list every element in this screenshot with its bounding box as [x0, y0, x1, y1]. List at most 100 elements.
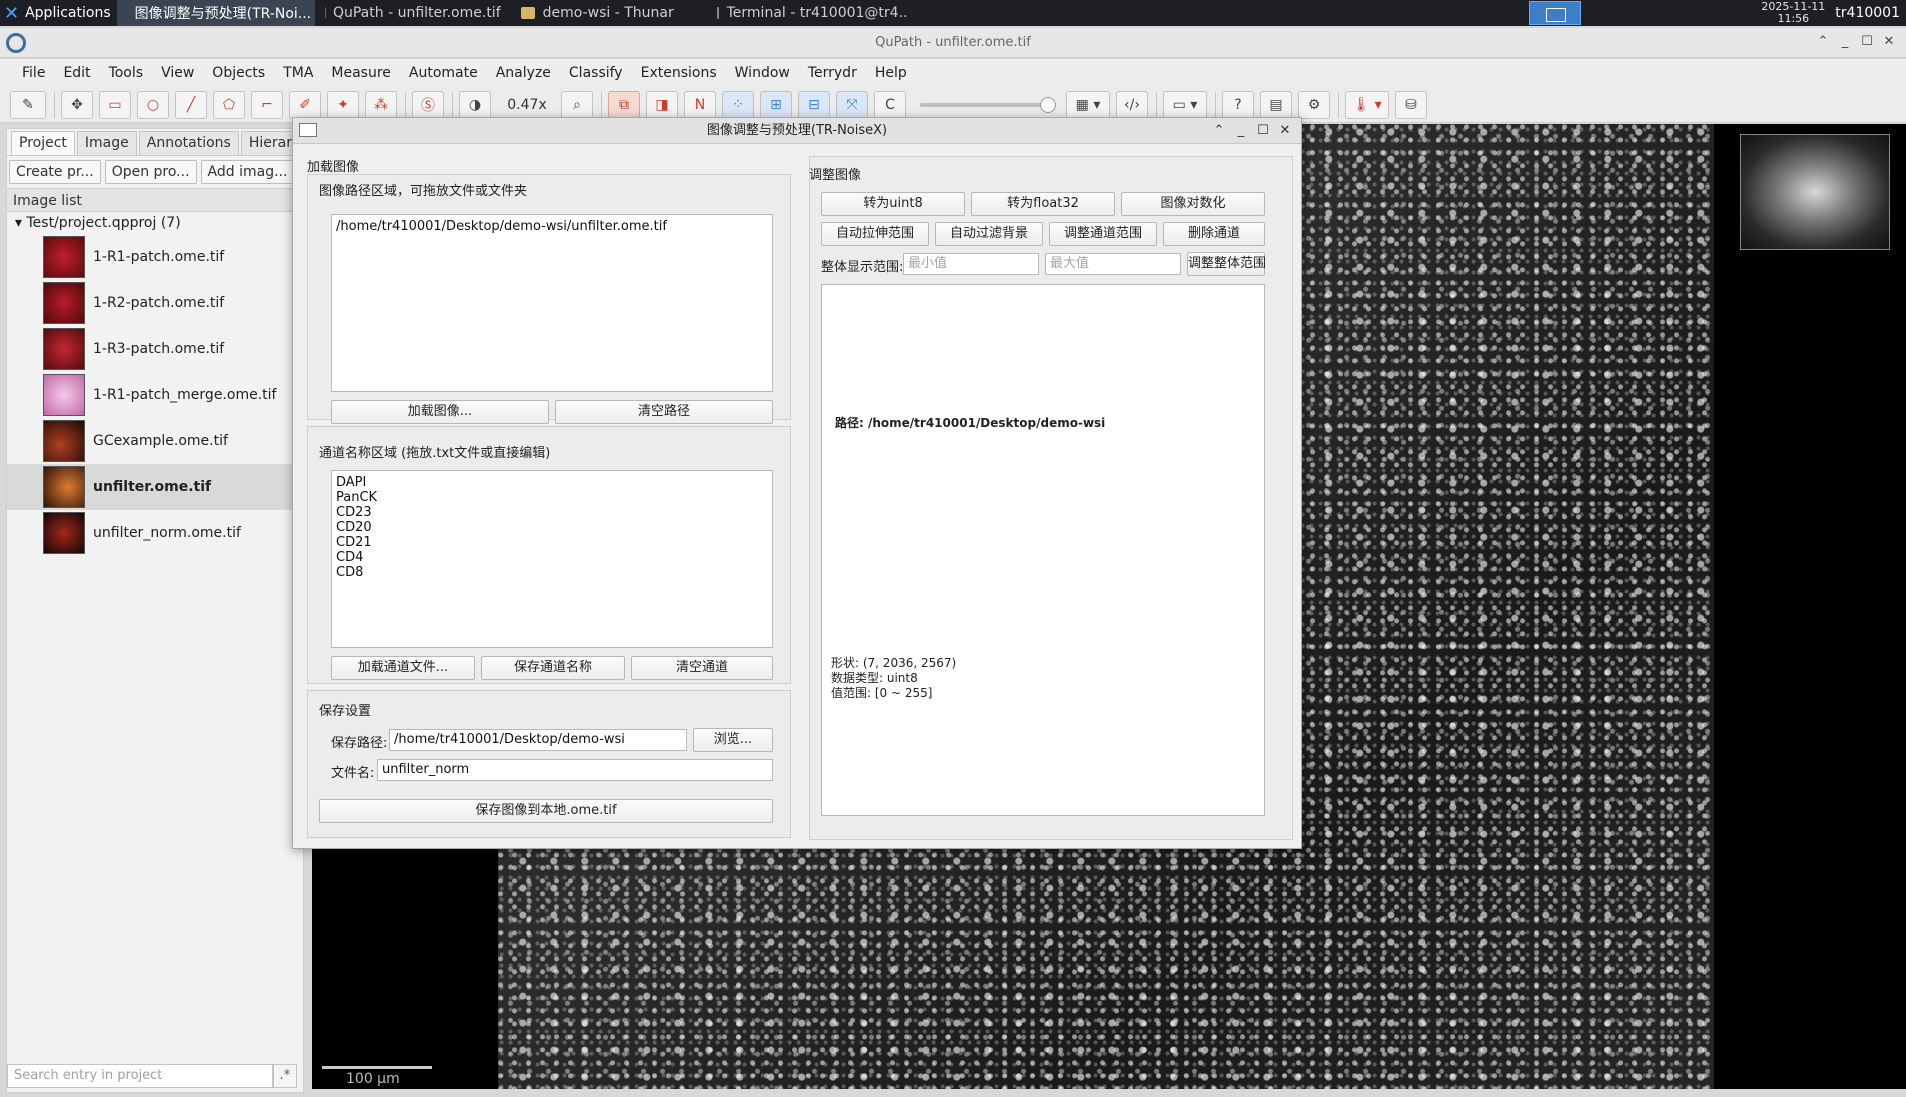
move-tool-icon[interactable]: ✥ [61, 90, 93, 119]
create-project-button[interactable]: Create pr... [9, 160, 101, 184]
show-tma-grid-icon[interactable]: ⁘ [722, 90, 754, 119]
fill-annotations-icon[interactable]: ◨ [646, 90, 678, 119]
show-names-icon[interactable]: N [684, 90, 716, 119]
help-icon[interactable]: ? [1222, 90, 1254, 119]
project-root[interactable]: ▾ Test/project.qpproj (7) [7, 212, 303, 234]
menu-edit[interactable]: Edit [63, 65, 90, 81]
polyline-tool-icon[interactable]: ⌐ [251, 90, 283, 119]
image-entry[interactable]: 1-R1-patch.ome.tif [7, 234, 303, 280]
to-float32-button[interactable]: 转为float32 [971, 192, 1115, 216]
save-image-button[interactable]: 保存图像到本地.ome.tif [319, 799, 773, 823]
overview-minimap[interactable] [1740, 134, 1890, 250]
menu-tools[interactable]: Tools [109, 65, 144, 81]
pixel-classification-icon[interactable]: C [874, 90, 906, 119]
min-value-input[interactable]: 最小值 [903, 253, 1039, 275]
shade-icon[interactable]: ⌃ [1816, 35, 1830, 49]
menu-view[interactable]: View [161, 65, 194, 81]
ellipse-tool-icon[interactable]: ○ [137, 90, 169, 119]
delete-channel-button[interactable]: 删除通道 [1163, 222, 1265, 246]
menu-extensions[interactable]: Extensions [641, 65, 717, 81]
to-uint8-button[interactable]: 转为uint8 [821, 192, 965, 216]
clear-path-button[interactable]: 清空路径 [555, 400, 773, 424]
tab-project[interactable]: Project [11, 131, 75, 155]
menu-measure[interactable]: Measure [331, 65, 391, 81]
line-tool-icon[interactable]: ╱ [175, 90, 207, 119]
menu-analyze[interactable]: Analyze [496, 65, 551, 81]
show-desktop-button[interactable] [1529, 1, 1582, 25]
points-tool-icon[interactable]: ⁂ [365, 90, 397, 119]
viewer-display-icon[interactable]: ▭ ▾ [1163, 90, 1207, 119]
max-value-input[interactable]: 最大值 [1045, 253, 1181, 275]
tool-toggle-panel-icon[interactable]: ✎ [10, 90, 46, 119]
project-search-input[interactable]: Search entry in project [7, 1064, 273, 1088]
preferences-gear-icon[interactable]: ⚙ [1298, 90, 1330, 119]
maximize-icon[interactable]: ☐ [1860, 35, 1874, 49]
menu-automate[interactable]: Automate [409, 65, 478, 81]
menu-file[interactable]: File [22, 65, 45, 81]
show-annotations-icon[interactable]: ⧉ [608, 90, 640, 119]
wand-tool-icon[interactable]: ✦ [327, 90, 359, 119]
task-terminal[interactable]: Terminal - tr410001@tr4... [707, 0, 907, 26]
image-entry[interactable]: 1-R1-patch_merge.ome.tif [7, 372, 303, 418]
browse-button[interactable]: 浏览... [693, 728, 773, 752]
zoom-to-fit-icon[interactable]: ⌕ [561, 90, 593, 119]
brush-tool-icon[interactable]: ✐ [289, 90, 321, 119]
task-thunar[interactable]: demo-wsi - Thunar [511, 0, 707, 26]
selection-mode-icon[interactable]: Ⓢ [412, 90, 444, 119]
polygon-tool-icon[interactable]: ⬠ [213, 90, 245, 119]
menu-window[interactable]: Window [735, 65, 790, 81]
user-name[interactable]: tr410001 [1835, 5, 1900, 21]
brightness-contrast-icon[interactable]: ◑ [459, 90, 491, 119]
load-channel-file-button[interactable]: 加载通道文件... [331, 656, 475, 680]
dialog-close-icon[interactable]: ✕ [1275, 118, 1295, 144]
save-path-input[interactable]: /home/tr410001/Desktop/demo-wsi [389, 729, 687, 751]
script-editor-icon[interactable]: ‹/› [1116, 90, 1148, 119]
extension-tool-icon[interactable]: 🌡 ▾ [1345, 90, 1389, 119]
filename-input[interactable]: unfilter_norm [377, 759, 773, 781]
tab-annotations[interactable]: Annotations [138, 131, 239, 155]
menu-tma[interactable]: TMA [283, 65, 313, 81]
path-textarea[interactable]: /home/tr410001/Desktop/demo-wsi/unfilter… [331, 214, 773, 392]
menu-objects[interactable]: Objects [212, 65, 265, 81]
fill-detections-icon[interactable]: ⊟ [798, 90, 830, 119]
image-entry[interactable]: 1-R3-patch.ome.tif [7, 326, 303, 372]
task-qupath[interactable]: QuPath - unfilter.ome.tif [315, 0, 511, 26]
image-entry-selected[interactable]: unfilter.ome.tif [7, 464, 303, 510]
opacity-slider-knob[interactable] [1040, 96, 1056, 113]
menu-classify[interactable]: Classify [569, 65, 623, 81]
minimize-icon[interactable]: _ [1838, 35, 1852, 49]
applications-menu[interactable]: ✕ Applications [0, 0, 117, 26]
image-entry[interactable]: GCexample.ome.tif [7, 418, 303, 464]
add-images-button[interactable]: Add imag... [200, 160, 295, 184]
open-project-button[interactable]: Open pro... [104, 160, 197, 184]
dialog-window-icon [299, 123, 317, 137]
rectangle-tool-icon[interactable]: ▭ [99, 90, 131, 119]
show-connections-icon[interactable]: ⤧ [836, 90, 868, 119]
menu-terrydr[interactable]: Terrydr [808, 65, 857, 81]
menu-help[interactable]: Help [875, 65, 907, 81]
tab-image[interactable]: Image [76, 131, 137, 155]
auto-filter-background-button[interactable]: 自动过滤背景 [935, 222, 1043, 246]
clock[interactable]: 2025-11-11 11:56 [1761, 1, 1825, 25]
load-image-button[interactable]: 加载图像... [331, 400, 549, 424]
image-entry[interactable]: unfilter_norm.ome.tif [7, 510, 303, 556]
adjust-overall-range-button[interactable]: 调整整体范围 [1187, 252, 1266, 276]
adjust-channel-range-button[interactable]: 调整通道范围 [1049, 222, 1157, 246]
dialog-maximize-icon[interactable]: ☐ [1253, 118, 1273, 144]
close-icon[interactable]: ✕ [1882, 35, 1896, 49]
plugin-icon[interactable]: ⛁ [1395, 90, 1427, 119]
dialog-minimize-icon[interactable]: _ [1231, 118, 1251, 144]
dialog-shade-icon[interactable]: ⌃ [1209, 118, 1229, 144]
task-tr-noisex[interactable]: 图像调整与预处理(TR-Noi... [116, 0, 315, 26]
show-detections-icon[interactable]: ⊞ [760, 90, 792, 119]
channel-textarea[interactable]: DAPI PanCK CD23 CD20 CD21 CD4 CD8 [331, 470, 773, 648]
opacity-slider[interactable] [920, 96, 1056, 113]
search-options-icon[interactable]: .* [273, 1064, 297, 1088]
save-channel-names-button[interactable]: 保存通道名称 [481, 656, 625, 680]
log-icon[interactable]: ▤ [1260, 90, 1292, 119]
auto-stretch-button[interactable]: 自动拉伸范围 [821, 222, 929, 246]
grid-options-icon[interactable]: ▦ ▾ [1066, 90, 1110, 119]
image-entry[interactable]: 1-R2-patch.ome.tif [7, 280, 303, 326]
log-transform-button[interactable]: 图像对数化 [1121, 192, 1265, 216]
clear-channels-button[interactable]: 清空通道 [631, 656, 773, 680]
